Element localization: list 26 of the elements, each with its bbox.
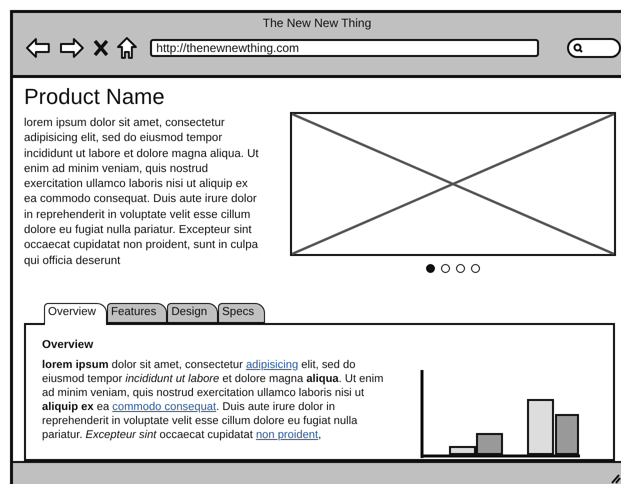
home-icon[interactable] bbox=[116, 36, 138, 60]
section-heading: Overview bbox=[42, 339, 94, 351]
carousel-dot[interactable] bbox=[441, 264, 450, 273]
back-arrow-icon[interactable] bbox=[25, 37, 51, 59]
tab[interactable]: Features bbox=[106, 303, 168, 323]
search-icon bbox=[573, 43, 584, 53]
product-title: Product Name bbox=[24, 84, 166, 110]
carousel-dot[interactable] bbox=[471, 264, 480, 273]
product-description: lorem ipsum dolor sit amet, consectetur adipisicing elit, sed do eiusmod tempor incididunt ut labore et dolore magna aliqua. Ut enim ad minim veniam, quis nostrud exercitation ullamco laboris nisi ut aliquip ex ea commodo consequat. Duis aute irure dolor in reprehenderit in voluptate velit esse cillum dolore eu fugiat nulla pariatur. Excepteur sint occaecat cupidatat non proident, sunt in culpa qui officia deserunt bbox=[24, 116, 260, 269]
search-field[interactable] bbox=[567, 38, 621, 58]
forward-arrow-icon[interactable] bbox=[58, 37, 85, 59]
carousel-dot[interactable] bbox=[426, 264, 435, 273]
text-link[interactable]: non proident bbox=[256, 429, 318, 441]
close-icon[interactable] bbox=[92, 39, 108, 57]
tab[interactable]: Overview bbox=[44, 303, 107, 325]
chart-bar bbox=[555, 414, 579, 455]
overview-paragraph: lorem ipsum dolor sit amet, consectetur adipisicing elit, sed do eiusmod tempor incididunt ut labore et dolore magna aliqua. Ut enim ad minim veniam, quis nostrud exercitation ullamco laboris nisi ut aliquip ex ea commodo consequat. Duis aute irure dolor in reprehenderit in voluptate velit esse cillum dolore eu fugiat nulla pariatur. Excepteur sint occaecat cupidatat non proident, bbox=[42, 358, 384, 443]
text-link[interactable]: adipisicing bbox=[246, 359, 298, 371]
url-field[interactable]: http://thenewnewthing.com bbox=[150, 39, 540, 57]
resize-grip-icon[interactable] bbox=[609, 472, 621, 484]
text-link[interactable]: commodo consequat bbox=[112, 401, 216, 413]
chart-bar bbox=[527, 399, 554, 455]
tab[interactable]: Specs bbox=[218, 303, 266, 323]
carousel-dot[interactable] bbox=[456, 264, 465, 273]
window-title: The New New Thing bbox=[262, 16, 372, 30]
tab[interactable]: Design bbox=[167, 303, 218, 323]
